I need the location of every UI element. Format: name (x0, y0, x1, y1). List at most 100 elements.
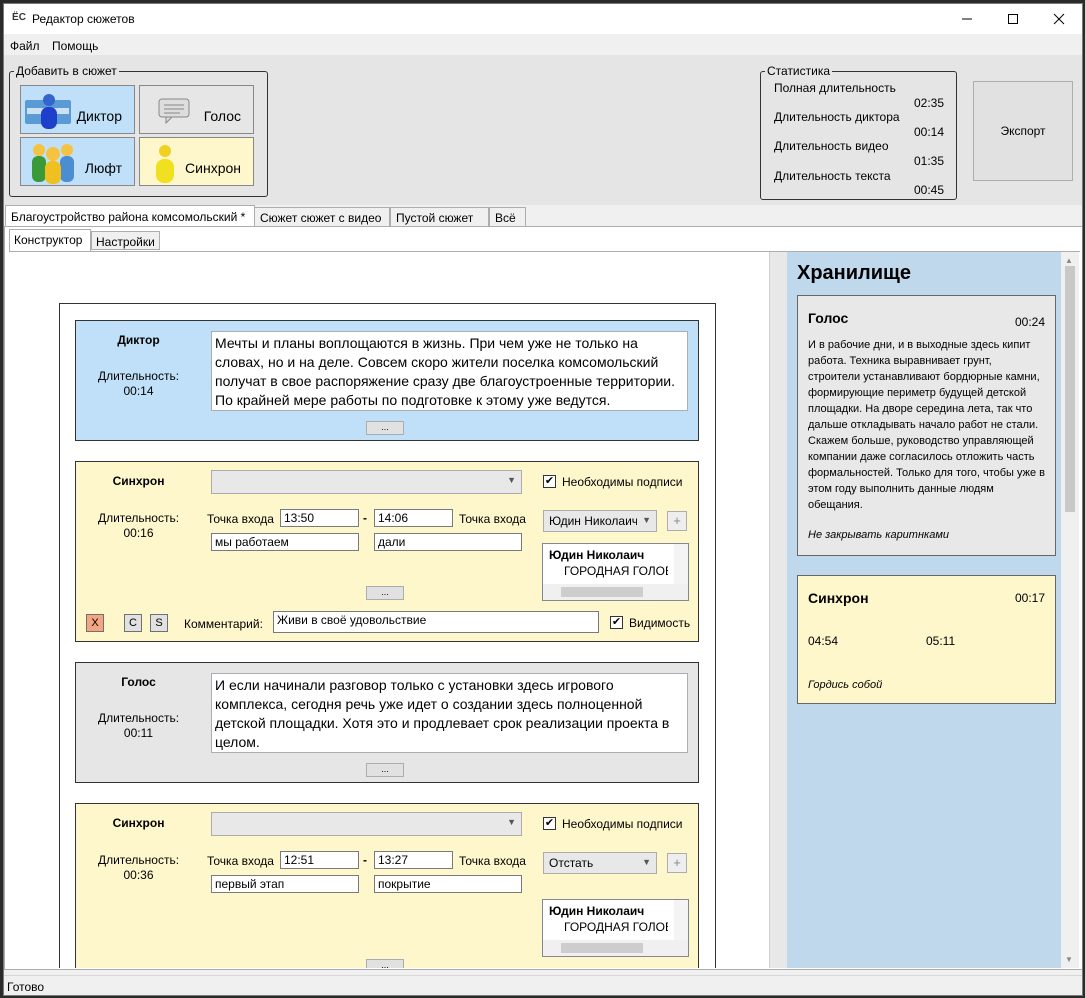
visibility-label: Видимость (629, 616, 691, 630)
stat-announcer-value: 00:14 (914, 125, 945, 139)
sync-card: Синхрон ▼ ✔ Необходимы подписи Длительно… (75, 461, 699, 642)
toolbar: Добавить в сюжет Диктор Голос Люфт Синхр… (4, 55, 1082, 205)
needs-subtitles-checkbox[interactable]: ✔ (543, 475, 556, 488)
list-item-name: Юдин Николаич (549, 904, 645, 918)
scrollbar-thumb[interactable] (561, 943, 643, 953)
out-words-input[interactable]: покрытие (374, 875, 522, 893)
storage-card-note: Не закрывать каритнками (808, 529, 949, 541)
duration-label: Длительность: (97, 711, 180, 725)
stat-total-value: 02:35 (914, 96, 945, 110)
storage-card-duration: 00:17 (1014, 591, 1045, 605)
chevron-down-icon: ▼ (642, 515, 651, 525)
range-dash: - (363, 511, 367, 525)
announcer-label: Диктор (76, 108, 122, 124)
more-button[interactable]: ... (366, 586, 404, 600)
maximize-button[interactable] (990, 4, 1036, 34)
sync-source-combo[interactable]: ▼ (211, 470, 522, 494)
add-pause-button[interactable]: Люфт (20, 137, 135, 186)
storage-panel: Хранилище Голос 00:24 И в рабочие дни, и… (787, 252, 1079, 968)
menu-help[interactable]: Помощь (52, 39, 98, 53)
s-button[interactable]: S (150, 614, 168, 632)
add-announcer-button[interactable]: Диктор (20, 85, 135, 134)
scrollbar-thumb[interactable] (1065, 266, 1075, 512)
range-dash: - (363, 853, 367, 867)
tab-story-komsomolsky[interactable]: Благоустройство района комсомольский * (5, 205, 255, 228)
storage-scrollbar[interactable]: ▲ ▼ (1061, 252, 1079, 968)
scroll-up-icon[interactable]: ▲ (1065, 256, 1075, 266)
add-sync-button[interactable]: Синхрон (139, 137, 254, 186)
in-time-input[interactable]: 13:50 (280, 509, 359, 527)
in-point-label: Точка входа (207, 512, 274, 526)
visibility-checkbox[interactable]: ✔ (610, 616, 623, 629)
card-kind: Голос (121, 675, 156, 689)
tab-all[interactable]: Всё (489, 207, 526, 227)
add-voice-button[interactable]: Голос (139, 85, 254, 134)
canvas-scrollbar[interactable] (769, 252, 787, 968)
tab-story-video[interactable]: Сюжет сюжет с видео (254, 207, 390, 227)
storage-voice-card[interactable]: Голос 00:24 И в рабочие дни, и в выходны… (797, 295, 1056, 556)
in-words-input[interactable]: первый этап (211, 875, 359, 893)
out-point-label: Точка входа (459, 512, 526, 526)
title-bar: ЁС Редактор сюжетов (4, 4, 1082, 34)
voice-label: Голос (203, 108, 241, 124)
vertical-scrollbar[interactable] (674, 900, 688, 940)
person-combo[interactable]: Юдин Николаич ▼ (543, 510, 657, 532)
export-button[interactable]: Экспорт (973, 81, 1073, 181)
person-list[interactable]: Юдин Николаич ГОРОДНАЯ ГОЛОВА (542, 543, 689, 601)
menu-file[interactable]: Файл (10, 39, 40, 53)
person-list[interactable]: Юдин Николаич ГОРОДНАЯ ГОЛОВА (542, 899, 689, 957)
tab-constructor[interactable]: Конструктор (9, 229, 91, 251)
comment-input[interactable]: Живи в своё удовольствие (273, 611, 599, 633)
person-combo[interactable]: Отстать ▼ (543, 852, 657, 874)
status-text: Готово (7, 980, 45, 994)
scrollbar-thumb[interactable] (561, 587, 643, 597)
stat-video-value: 01:35 (914, 154, 945, 168)
story-tab-panel: Конструктор Настройки Диктор Длительност… (4, 226, 1082, 970)
chevron-down-icon: ▼ (642, 857, 651, 867)
voice-card: Голос Длительность: 00:11 И если начинал… (75, 662, 699, 783)
add-person-button[interactable]: + (667, 511, 687, 531)
app-window: ЁС Редактор сюжетов Файл Помощь Добавить… (3, 3, 1083, 996)
out-words-input[interactable]: дали (374, 533, 522, 551)
storage-card-title: Голос (808, 310, 849, 326)
window-title: Редактор сюжетов (32, 12, 135, 26)
tab-empty-story[interactable]: Пустой сюжет (390, 207, 489, 227)
storage-sync-card[interactable]: Синхрон 00:17 04:54 05:11 Гордись собой (797, 575, 1056, 704)
vertical-scrollbar[interactable] (674, 544, 688, 584)
chevron-down-icon: ▼ (507, 817, 516, 827)
scroll-down-icon[interactable]: ▼ (1065, 955, 1075, 965)
out-point-label: Точка входа (459, 854, 526, 868)
out-time-input[interactable]: 14:06 (374, 509, 453, 527)
horizontal-scrollbar[interactable] (543, 584, 688, 600)
add-person-button[interactable]: + (667, 853, 687, 873)
close-icon (1053, 13, 1065, 25)
sync-source-combo[interactable]: ▼ (211, 812, 522, 836)
delete-button[interactable]: X (86, 614, 104, 632)
comment-label: Комментарий: (184, 617, 263, 631)
needs-subtitles-checkbox[interactable]: ✔ (543, 817, 556, 830)
voice-text[interactable]: И если начинали разговор только с устано… (211, 673, 688, 753)
out-time-input[interactable]: 13:27 (374, 851, 453, 869)
tab-settings[interactable]: Настройки (91, 231, 160, 250)
horizontal-scrollbar[interactable] (543, 940, 688, 956)
duration-label: Длительность: (97, 369, 180, 383)
pause-label: Люфт (84, 160, 122, 176)
storage-card-note: Гордись собой (808, 679, 883, 691)
group-icon (32, 144, 74, 184)
c-button[interactable]: C (124, 614, 142, 632)
more-button[interactable]: ... (366, 763, 404, 777)
in-words-input[interactable]: мы работаем (211, 533, 359, 551)
stat-text-value: 00:45 (914, 183, 945, 197)
more-button[interactable]: ... (366, 959, 404, 968)
sync-card-2: Синхрон ▼ ✔ Необходимы подписи Длительно… (75, 803, 699, 968)
minimize-button[interactable] (944, 4, 990, 34)
close-button[interactable] (1036, 4, 1082, 34)
announcer-text[interactable]: Мечты и планы воплощаются в жизнь. При ч… (211, 331, 688, 411)
in-time-input[interactable]: 12:51 (280, 851, 359, 869)
list-item-role: ГОРОДНАЯ ГОЛОВА (564, 564, 668, 578)
stat-announcer-label: Длительность диктора (774, 110, 900, 124)
duration-value: 00:36 (123, 868, 154, 882)
stat-video-label: Длительность видео (774, 139, 889, 153)
more-button[interactable]: ... (366, 421, 404, 435)
card-kind: Диктор (117, 333, 160, 347)
